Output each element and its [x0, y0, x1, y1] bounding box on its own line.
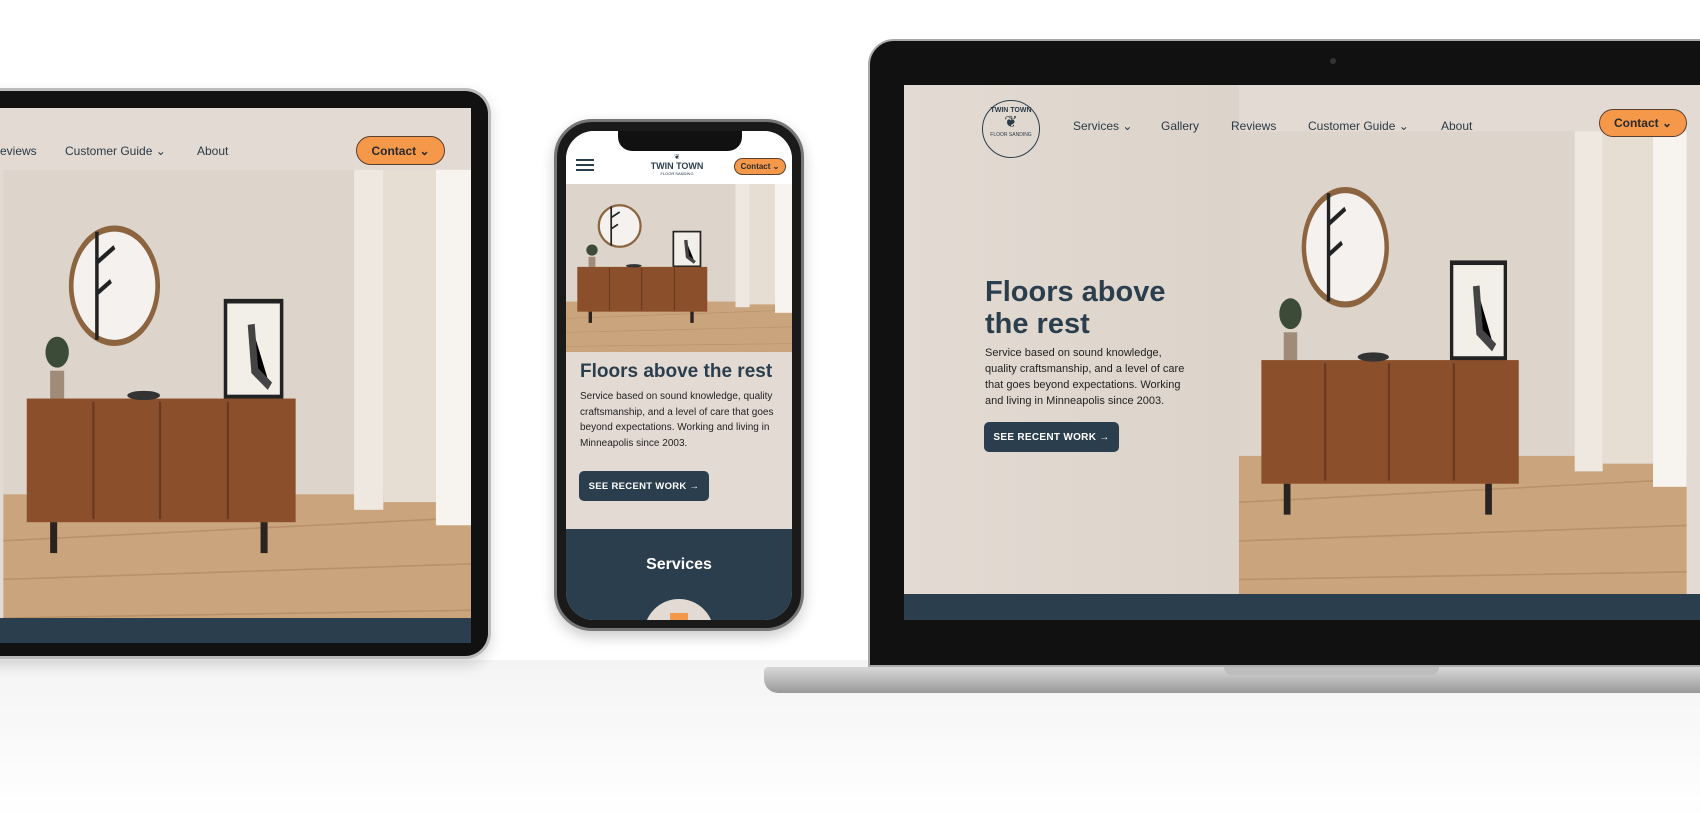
- hero-text: Service based on sound knowledge, qualit…: [580, 391, 774, 449]
- logo[interactable]: TWIN TOWN ❦ FLOOR SANDING: [982, 100, 1040, 158]
- services-section: Services: [566, 529, 792, 620]
- notch: [618, 131, 742, 151]
- chevron-down-icon: ⌄: [1661, 116, 1673, 130]
- hero-image: [1239, 85, 1700, 595]
- hero-image: [0, 108, 471, 618]
- chevron-down-icon: ⌄: [772, 162, 780, 171]
- contact-label: Contact: [1613, 116, 1659, 130]
- chevron-down-icon: ⌄: [155, 144, 166, 158]
- hero-title-line: the rest: [985, 308, 1090, 340]
- logo-title: TWIN TOWN: [990, 107, 1032, 114]
- hamburger-menu-icon[interactable]: [576, 159, 594, 171]
- see-recent-work-button[interactable]: SEE RECENT WORK →: [984, 422, 1119, 452]
- nav-customer-guide[interactable]: Customer Guide ⌄: [65, 144, 166, 158]
- phone-device: ❦ TWIN TOWN FLOOR SANDING Contact ⌄ Floo…: [554, 119, 804, 631]
- nav-customer-guide[interactable]: Customer Guide ⌄: [1308, 119, 1409, 133]
- nav-services[interactable]: Services ⌄: [1073, 119, 1132, 133]
- see-recent-work-button[interactable]: SEE RECENT WORK →: [579, 471, 709, 501]
- laptop-screen: TWIN TOWN ❦ FLOOR SANDING Services ⌄ Gal…: [904, 85, 1700, 620]
- nav-gallery[interactable]: Gallery: [1161, 119, 1199, 133]
- nav-label: Customer Guide: [65, 144, 153, 158]
- logo[interactable]: ❦ TWIN TOWN FLOOR SANDING: [646, 154, 708, 176]
- hero-title: Floors above the rest: [985, 276, 1166, 340]
- tablet-device: eviews Customer Guide ⌄ About Contact ⌄: [0, 88, 491, 659]
- nav-label: Customer Guide: [1308, 119, 1396, 133]
- phone-screen: ❦ TWIN TOWN FLOOR SANDING Contact ⌄ Floo…: [566, 131, 792, 620]
- services-strip: [904, 594, 1700, 620]
- laptop-device: TWIN TOWN ❦ FLOOR SANDING Services ⌄ Gal…: [868, 39, 1700, 667]
- contact-button[interactable]: Contact ⌄: [734, 158, 786, 175]
- hero-title-line: Floors above: [985, 276, 1166, 308]
- contact-button[interactable]: Contact ⌄: [356, 136, 445, 165]
- laptop-notch: [1224, 667, 1439, 675]
- phone-header: ❦ TWIN TOWN FLOOR SANDING Contact ⌄: [566, 131, 792, 184]
- nav-label: Services: [1073, 119, 1120, 133]
- laptop-base: [764, 667, 1700, 693]
- hero-image: [566, 184, 792, 352]
- nav-about[interactable]: About: [197, 144, 228, 158]
- services-strip: [0, 618, 471, 643]
- contact-button[interactable]: Contact ⌄: [1599, 109, 1687, 137]
- webcam: [1330, 58, 1336, 64]
- contact-label: Contact: [740, 162, 771, 171]
- nav-reviews[interactable]: Reviews: [1231, 119, 1276, 133]
- hero-panel: [904, 85, 1239, 595]
- logo-subtitle: FLOOR SANDING: [990, 132, 1032, 138]
- chevron-down-icon: ⌄: [1398, 119, 1409, 133]
- hero-title: Floors above the rest: [580, 361, 773, 382]
- services-heading: Services: [646, 556, 712, 573]
- service-icon-circle: [644, 599, 714, 620]
- nav-reviews[interactable]: eviews: [0, 144, 37, 158]
- logo-title: TWIN TOWN: [650, 161, 704, 171]
- logo-subtitle: FLOOR SANDING: [660, 171, 694, 176]
- chevron-down-icon: ⌄: [419, 143, 430, 158]
- hero-text: Service based on sound knowledge, qualit…: [985, 347, 1185, 407]
- leaf-logo-icon: ❦: [1004, 114, 1018, 131]
- contact-label: Contact: [371, 143, 417, 158]
- nav-about[interactable]: About: [1441, 119, 1472, 133]
- tablet-screen: eviews Customer Guide ⌄ About Contact ⌄: [0, 108, 471, 643]
- chevron-down-icon: ⌄: [1122, 119, 1133, 133]
